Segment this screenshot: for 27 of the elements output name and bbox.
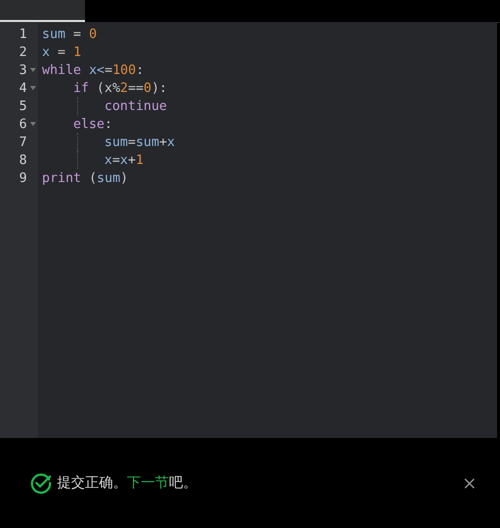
code-line: while x<=100: — [42, 62, 144, 78]
check-circle-icon — [30, 472, 52, 494]
toast-message: 提交正确。 — [57, 474, 127, 492]
code-line: print (sum) — [42, 170, 128, 186]
next-section-link[interactable]: 下一节 — [127, 474, 169, 492]
line-number: 9 — [19, 170, 27, 186]
editor-tab[interactable] — [0, 0, 85, 22]
line-number: 8 — [19, 152, 27, 168]
code-line: sum = 0 — [42, 26, 97, 42]
code-line: x=x+1 — [104, 152, 144, 168]
code-line: else: — [73, 116, 112, 132]
line-number: 2 — [19, 44, 27, 60]
fold-caret-icon[interactable] — [30, 122, 36, 126]
code-line: continue — [104, 98, 168, 114]
line-number: 7 — [19, 134, 27, 150]
code-line: if (x%2==0): — [73, 80, 168, 96]
toast-suffix: 吧。 — [169, 474, 197, 492]
code-line: sum=sum+x — [104, 134, 175, 150]
fold-caret-icon[interactable] — [30, 68, 36, 72]
code-line: x = 1 — [42, 44, 82, 60]
line-number: 3 — [19, 62, 27, 78]
line-number: 1 — [19, 26, 27, 42]
line-number: 4 — [19, 80, 27, 96]
fold-caret-icon[interactable] — [30, 86, 36, 90]
line-number: 6 — [19, 116, 27, 132]
close-icon[interactable] — [464, 478, 475, 488]
line-number: 5 — [19, 98, 27, 114]
